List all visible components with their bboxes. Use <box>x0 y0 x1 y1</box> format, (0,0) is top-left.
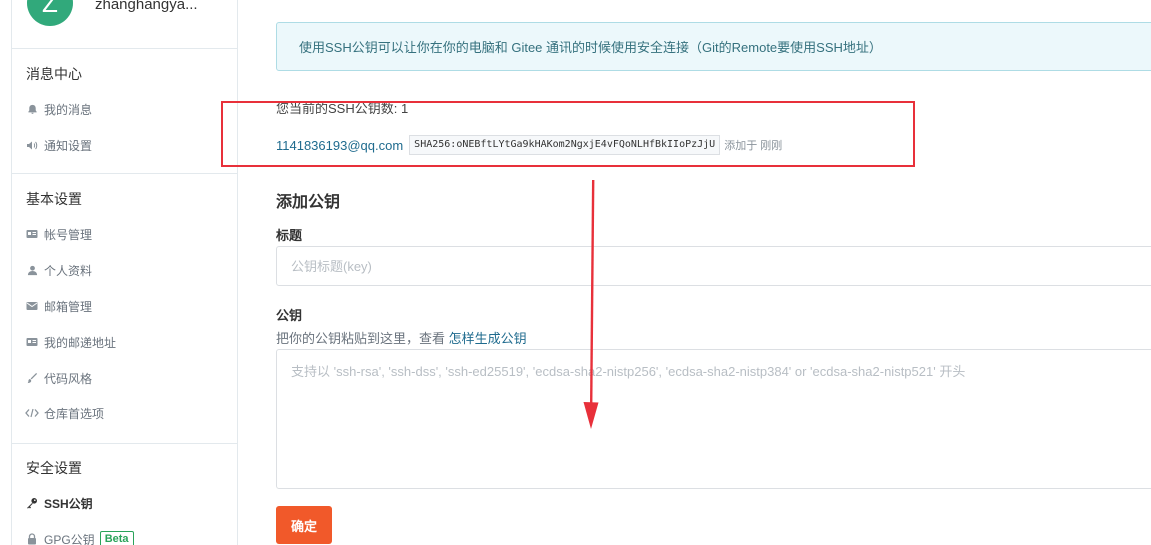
ssh-key-item: 1141836193@qq.com SHA256:oNEBftLYtGa9kHA… <box>276 134 782 156</box>
sidebar-item-label: 我的消息 <box>44 102 93 117</box>
sidebar-item-account[interactable]: 帐号管理 <box>25 224 92 244</box>
sidebar-item-ssh-keys[interactable]: SSH公钥 <box>25 493 93 513</box>
sidebar-item-mailing-address[interactable]: 我的邮递地址 <box>25 332 116 352</box>
sidebar-item-label: 邮箱管理 <box>44 299 93 314</box>
public-key-textarea[interactable] <box>276 349 1151 489</box>
sidebar-item-label: 帐号管理 <box>44 227 93 242</box>
submit-button[interactable]: 确定 <box>276 506 332 544</box>
how-to-generate-link[interactable]: 怎样生成公钥 <box>449 331 527 346</box>
sidebar-item-my-messages[interactable]: 我的消息 <box>25 99 92 119</box>
sidebar-item-label: 个人资料 <box>44 263 93 278</box>
ssh-info-notice: 使用SSH公钥可以让你在你的电脑和 Gitee 通讯的时候使用安全连接（Git的… <box>276 22 1151 71</box>
sidebar-item-label: SSH公钥 <box>44 496 93 511</box>
sidebar-item-label: 通知设置 <box>44 138 93 153</box>
sidebar-item-gpg-keys[interactable]: GPG公钥 Beta <box>25 529 134 545</box>
sidebar-item-email[interactable]: 邮箱管理 <box>25 296 92 316</box>
sidebar-item-label: 代码风格 <box>44 371 93 386</box>
sidebar-divider <box>12 173 237 174</box>
add-key-heading: 添加公钥 <box>276 194 341 211</box>
section-title-security: 安全设置 <box>26 460 82 476</box>
title-label: 标题 <box>276 228 303 243</box>
key-title[interactable]: 1141836193@qq.com <box>276 138 403 153</box>
sidebar-item-code-style[interactable]: 代码风格 <box>25 368 92 388</box>
id-card-icon <box>25 227 39 241</box>
profile-header: Z zhanghangya... <box>12 0 237 49</box>
sidebar-divider <box>12 443 237 444</box>
mail-icon <box>25 299 39 313</box>
beta-badge: Beta <box>99 531 134 545</box>
sidebar-item-label: GPG公钥 <box>44 532 95 545</box>
lock-icon <box>25 532 39 545</box>
bell-icon <box>25 102 39 116</box>
brush-icon <box>25 371 39 385</box>
key-fingerprint: SHA256:oNEBftLYtGa9kHAKom2NgxjE4vFQoNLHf… <box>409 135 721 155</box>
id-card-icon <box>25 335 39 349</box>
avatar[interactable]: Z <box>27 0 73 26</box>
key-icon <box>25 496 39 510</box>
key-hint-text: 把你的公钥粘贴到这里，查看 <box>276 331 446 346</box>
sidebar-item-profile[interactable]: 个人资料 <box>25 260 92 280</box>
username[interactable]: zhanghangya... <box>95 0 198 13</box>
settings-sidebar: Z zhanghangya... 消息中心 我的消息 通知设置 基本设置 帐号管… <box>11 0 238 545</box>
section-title-basic: 基本设置 <box>26 191 82 207</box>
key-count-text: 您当前的SSH公钥数: 1 <box>276 101 409 116</box>
sidebar-item-notification-settings[interactable]: 通知设置 <box>25 135 92 155</box>
user-icon <box>25 263 39 277</box>
key-hint: 把你的公钥粘贴到这里，查看 怎样生成公钥 <box>276 328 527 347</box>
sidebar-item-label: 仓库首选项 <box>44 406 105 421</box>
key-added-time: 添加于 刚刚 <box>724 140 783 152</box>
sidebar-item-repo-preferences[interactable]: 仓库首选项 <box>25 403 104 423</box>
key-label: 公钥 <box>276 308 303 323</box>
code-icon <box>25 406 39 420</box>
key-title-input[interactable] <box>276 246 1151 286</box>
sidebar-item-label: 我的邮递地址 <box>44 335 117 350</box>
section-title-messages: 消息中心 <box>26 66 82 82</box>
volume-icon <box>25 138 39 152</box>
